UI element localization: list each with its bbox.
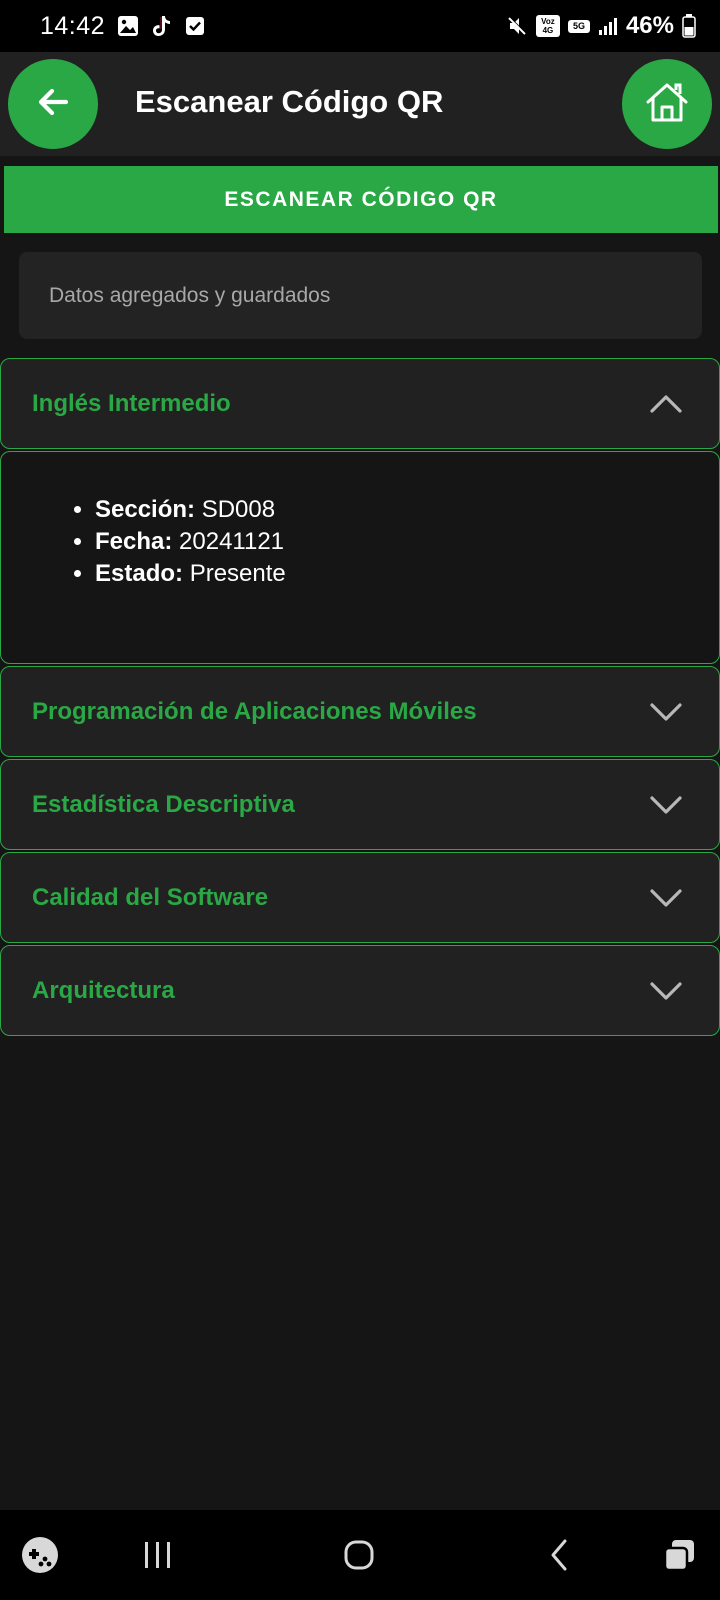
5g-badge: 5G — [567, 19, 590, 33]
detail-value: SD008 — [201, 496, 276, 523]
course-title: Programación de Aplicaciones Móviles — [32, 697, 477, 725]
courses-accordion: Inglés Intermedio Sección: SD008 Fecha: … — [0, 358, 720, 1038]
multi-window-icon[interactable] — [655, 1530, 705, 1580]
back-chevron-icon[interactable] — [535, 1530, 585, 1580]
course-title: Calidad del Software — [32, 883, 269, 911]
signal-icon — [598, 16, 618, 36]
course-header-calidad[interactable]: Calidad del Software — [0, 852, 720, 943]
tiktok-icon — [151, 14, 173, 38]
detail-label: Fecha: — [95, 528, 173, 555]
system-nav-bar — [0, 1510, 720, 1600]
gallery-icon — [117, 15, 139, 37]
chevron-down-icon — [649, 981, 683, 1001]
arrow-left-icon — [33, 82, 73, 127]
app-bar: Escanear Código QR — [0, 52, 720, 156]
battery-icon — [682, 14, 696, 38]
list-item: Estado: Presente — [95, 558, 719, 590]
recent-apps-icon[interactable] — [133, 1530, 183, 1580]
home-button[interactable] — [622, 59, 712, 149]
course-header-ingles-intermedio[interactable]: Inglés Intermedio — [0, 358, 720, 449]
course-title: Inglés Intermedio — [32, 389, 231, 417]
chevron-down-icon — [649, 702, 683, 722]
course-details-list: Sección: SD008 Fecha: 20241121 Estado: P… — [65, 494, 719, 590]
notification-icons — [117, 14, 205, 38]
checkbox-icon — [185, 16, 205, 36]
list-item: Fecha: 20241121 — [95, 526, 719, 558]
course-header-programacion[interactable]: Programación de Aplicaciones Móviles — [0, 666, 720, 757]
detail-value: Presente — [189, 560, 286, 587]
course-header-arquitectura[interactable]: Arquitectura — [0, 945, 720, 1036]
back-button[interactable] — [8, 59, 98, 149]
scan-qr-button[interactable]: ESCANEAR CÓDIGO QR — [4, 166, 718, 233]
course-title: Arquitectura — [32, 976, 175, 1004]
game-launcher-icon[interactable] — [15, 1530, 65, 1580]
home-icon — [643, 80, 691, 129]
system-icons: Voz 4G 5G 46% — [506, 12, 696, 40]
course-header-estadistica[interactable]: Estadística Descriptiva — [0, 759, 720, 850]
chevron-up-icon — [649, 394, 683, 414]
mute-icon — [506, 15, 528, 37]
course-title: Estadística Descriptiva — [32, 790, 295, 818]
status-time: 14:42 — [40, 11, 106, 40]
status-message: Datos agregados y guardados — [19, 252, 702, 339]
battery-percent: 46% — [625, 12, 674, 39]
status-bar: 14:42 Voz 4G 5G 46% — [0, 0, 720, 52]
page-title: Escanear Código QR — [135, 84, 444, 119]
course-details-panel: Sección: SD008 Fecha: 20241121 Estado: P… — [0, 451, 720, 664]
chevron-down-icon — [649, 888, 683, 908]
home-circle-icon[interactable] — [334, 1530, 384, 1580]
detail-label: Sección: — [95, 496, 196, 523]
list-item: Sección: SD008 — [95, 494, 719, 526]
detail-value: 20241121 — [179, 528, 285, 555]
volte-4g-badge: Voz 4G — [535, 15, 560, 37]
detail-label: Estado: — [95, 560, 184, 587]
chevron-down-icon — [649, 795, 683, 815]
